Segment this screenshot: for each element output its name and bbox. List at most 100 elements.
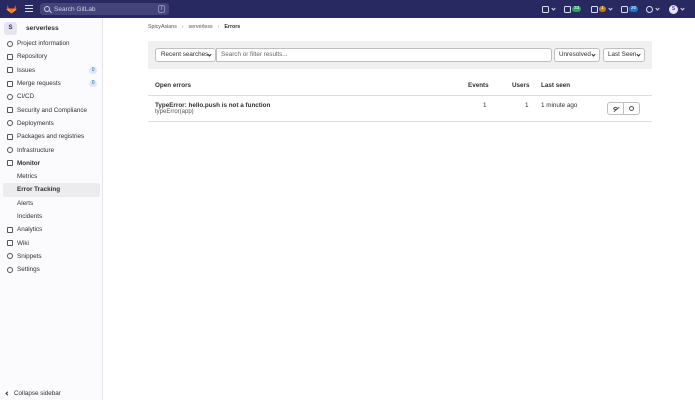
- error-title-link[interactable]: TypeError: hello.push is not a function: [155, 102, 270, 109]
- eye-slash-icon: [613, 107, 618, 110]
- sidebar-item-label: Monitor: [17, 159, 41, 167]
- help-icon: [646, 5, 653, 13]
- col-events[interactable]: Events: [468, 82, 489, 89]
- sidebar-subitem-metrics[interactable]: Metrics: [0, 170, 103, 183]
- merge-request-icon: [591, 5, 598, 13]
- error-users-count: 1: [525, 102, 529, 109]
- breadcrumb-group-link[interactable]: SpicyAsians: [148, 24, 177, 30]
- issues-icon: [564, 5, 571, 13]
- breadcrumb-separator: ›: [217, 24, 220, 30]
- col-users[interactable]: Users: [512, 82, 530, 89]
- chart-icon: [7, 226, 13, 233]
- scissors-icon: [7, 253, 13, 260]
- chevron-down-icon: [636, 52, 641, 57]
- sidebar-item-ci-cd[interactable]: CI/CD: [0, 90, 103, 103]
- sidebar-subitem-error-tracking[interactable]: Error Tracking: [3, 183, 100, 197]
- chevron-left-icon: [5, 391, 10, 396]
- sidebar-item-packages[interactable]: Packages and registries: [0, 130, 103, 143]
- project-header[interactable]: S serverless: [4, 22, 59, 35]
- mr-count-badge: 0: [89, 79, 97, 87]
- status-value: Unresolved: [559, 51, 591, 58]
- search-placeholder: Search GitLab: [54, 5, 96, 13]
- todo-icon: [621, 5, 628, 13]
- sidebar-item-label: Wiki: [17, 239, 29, 247]
- recent-searches-label: Recent searches: [161, 51, 209, 58]
- chevron-down-icon: [655, 5, 660, 11]
- sidebar-item-label: Snippets: [17, 252, 42, 260]
- table-row[interactable]: TypeError: hello.push is not a function …: [148, 96, 652, 122]
- filter-search-placeholder: Search or filter results...: [221, 51, 288, 58]
- breadcrumb: SpicyAsians › serverless › Errors: [148, 24, 240, 30]
- search-input[interactable]: Search GitLab /: [40, 3, 169, 15]
- sidebar-item-label: Project information: [17, 40, 70, 48]
- sidebar-menu: Project information Repository Issues 0 M…: [0, 37, 103, 276]
- merge-requests-nav-button[interactable]: 1: [591, 4, 613, 14]
- sidebar-item-label: Analytics: [17, 226, 43, 234]
- sidebar-item-label: Issues: [17, 66, 36, 74]
- help-button[interactable]: [646, 4, 660, 14]
- todos-nav-button[interactable]: 20: [621, 4, 639, 14]
- sidebar-item-monitor[interactable]: Monitor: [0, 157, 103, 170]
- sidebar-item-label: Security and Compliance: [17, 106, 88, 114]
- sidebar-item-repository[interactable]: Repository: [0, 50, 103, 63]
- info-icon: [7, 40, 13, 47]
- breadcrumb-project-link[interactable]: serverless: [189, 24, 213, 30]
- collapse-sidebar-button[interactable]: Collapse sidebar: [5, 390, 61, 397]
- breadcrumb-separator: ›: [181, 24, 184, 30]
- sidebar: S serverless Project information Reposit…: [0, 18, 103, 400]
- create-new-button[interactable]: [542, 4, 556, 14]
- sidebar-item-deployments[interactable]: Deployments: [0, 117, 103, 130]
- sidebar-item-label: CI/CD: [17, 93, 35, 101]
- error-subtitle: typeError(app): [155, 109, 194, 115]
- gitlab-logo-icon[interactable]: [6, 4, 17, 14]
- sidebar-item-settings[interactable]: Settings: [0, 263, 103, 276]
- top-navbar: Search GitLab / 33 1 20 S: [0, 0, 695, 18]
- collapse-sidebar-label: Collapse sidebar: [14, 390, 61, 397]
- project-name: serverless: [26, 25, 59, 32]
- rocket-icon: [7, 93, 13, 100]
- search-shortcut-key: /: [158, 5, 165, 13]
- issues-icon: [7, 67, 13, 74]
- avatar: S: [669, 4, 678, 14]
- user-menu[interactable]: S: [669, 4, 685, 14]
- chevron-down-icon: [680, 5, 685, 11]
- sidebar-item-merge-requests[interactable]: Merge requests 0: [0, 77, 103, 90]
- recent-searches-dropdown[interactable]: Recent searches: [155, 48, 216, 62]
- error-events-count: 1: [483, 102, 487, 109]
- sidebar-item-infrastructure[interactable]: Infrastructure: [0, 143, 103, 156]
- check-circle-icon: [629, 106, 634, 111]
- sidebar-item-label: Settings: [17, 266, 40, 274]
- sidebar-subitem-alerts[interactable]: Alerts: [0, 197, 103, 210]
- ignore-button[interactable]: [608, 103, 623, 114]
- merge-icon: [7, 80, 13, 87]
- issues-count-badge: 0: [89, 66, 97, 74]
- sort-value: Last Seen: [608, 51, 637, 58]
- sort-dropdown[interactable]: Last Seen: [603, 48, 645, 62]
- sidebar-item-snippets[interactable]: Snippets: [0, 250, 103, 263]
- sidebar-item-issues[interactable]: Issues 0: [0, 64, 103, 77]
- breadcrumb-current[interactable]: Errors: [224, 24, 240, 30]
- col-last-seen[interactable]: Last seen: [541, 82, 570, 89]
- book-icon: [7, 240, 13, 247]
- monitor-icon: [7, 160, 13, 167]
- menu-icon[interactable]: [25, 5, 33, 13]
- filter-bar: Recent searches Search or filter results…: [148, 41, 652, 69]
- sidebar-item-security[interactable]: Security and Compliance: [0, 103, 103, 116]
- issues-count-badge: 33: [572, 6, 582, 12]
- status-dropdown[interactable]: Unresolved: [554, 48, 600, 62]
- mr-count-badge: 1: [599, 6, 606, 12]
- chevron-down-icon: [591, 52, 596, 57]
- resolve-button[interactable]: [623, 103, 639, 114]
- error-actions: [607, 102, 640, 115]
- chevron-down-icon: [207, 52, 212, 57]
- chevron-down-icon: [551, 5, 556, 11]
- sidebar-item-analytics[interactable]: Analytics: [0, 223, 103, 236]
- sidebar-item-label: Deployments: [17, 119, 54, 127]
- sidebar-subitem-incidents[interactable]: Incidents: [0, 210, 103, 223]
- issues-nav-button[interactable]: 33: [564, 4, 582, 14]
- search-icon: [44, 6, 50, 12]
- filter-search-input[interactable]: Search or filter results...: [216, 48, 552, 62]
- sidebar-item-wiki[interactable]: Wiki: [0, 236, 103, 249]
- deploy-icon: [7, 120, 13, 127]
- sidebar-item-project-information[interactable]: Project information: [0, 37, 103, 50]
